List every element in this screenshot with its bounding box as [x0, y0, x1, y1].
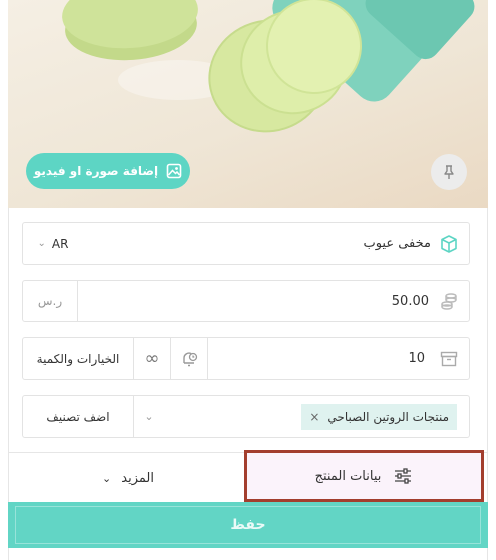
quantity-row: الخيارات والكمية ∞ 10: [22, 337, 470, 380]
box-icon: [439, 234, 459, 254]
tab-more-label: المزيد: [121, 470, 154, 486]
tab-more[interactable]: المزيد ⌄: [8, 453, 248, 503]
chevron-down-icon: ⌄: [102, 471, 112, 485]
add-category-label: اضف تصنيف: [46, 409, 110, 424]
price-row: ر.س 50.00: [22, 280, 470, 322]
quantity-field[interactable]: 10: [208, 338, 469, 379]
price-value: 50.00: [391, 293, 429, 309]
language-select[interactable]: ⌄ AR: [23, 223, 83, 264]
pin-icon: [441, 164, 457, 180]
options-quantity-button[interactable]: الخيارات والكمية: [23, 338, 134, 379]
options-quantity-label: الخيارات والكمية: [36, 351, 120, 366]
save-button[interactable]: حفظ: [8, 502, 488, 548]
category-chip-label: منتجات الروتين الصباحي: [327, 409, 449, 424]
chevron-down-icon: ⌄: [144, 410, 154, 423]
currency-text: ر.س: [37, 294, 63, 308]
bell-clock-icon: [179, 349, 199, 369]
infinity-icon: ∞: [144, 347, 160, 369]
category-dropdown-toggle[interactable]: ⌄: [134, 396, 164, 437]
product-name-field[interactable]: مخفى عيوب: [83, 223, 469, 264]
product-name-row: ⌄ AR مخفى عيوب: [22, 222, 470, 265]
coins-icon: [439, 291, 459, 311]
inventory-box-icon: [439, 349, 459, 369]
tab-product-data[interactable]: بيانات المنتج: [244, 450, 484, 502]
chevron-down-icon: ⌄: [37, 238, 46, 249]
language-value: AR: [51, 236, 69, 251]
product-name-value: مخفى عيوب: [363, 236, 431, 251]
category-row: اضف تصنيف ⌄ منتجات الروتين الصباحي ×: [22, 395, 470, 438]
add-category-button[interactable]: اضف تصنيف: [23, 396, 134, 437]
stock-notify-button[interactable]: [171, 338, 208, 379]
currency-label: ر.س: [23, 281, 78, 321]
price-field[interactable]: 50.00: [78, 281, 469, 321]
tab-product-data-label: بيانات المنتج: [314, 468, 382, 484]
pin-button[interactable]: [431, 154, 467, 190]
unlimited-quantity-button[interactable]: ∞: [134, 338, 171, 379]
sliders-icon: [393, 466, 413, 486]
add-media-label: إضافة صورة او فيديو: [33, 164, 159, 178]
category-chip: منتجات الروتين الصباحي ×: [301, 403, 457, 430]
image-disc: [59, 0, 201, 53]
image-icon: [166, 163, 182, 179]
save-button-focus-ring: [15, 506, 481, 544]
add-media-button[interactable]: إضافة صورة او فيديو: [26, 153, 190, 189]
quantity-value: 10: [408, 351, 425, 366]
chip-remove-icon[interactable]: ×: [309, 410, 319, 424]
category-select[interactable]: منتجات الروتين الصباحي ×: [164, 396, 469, 437]
